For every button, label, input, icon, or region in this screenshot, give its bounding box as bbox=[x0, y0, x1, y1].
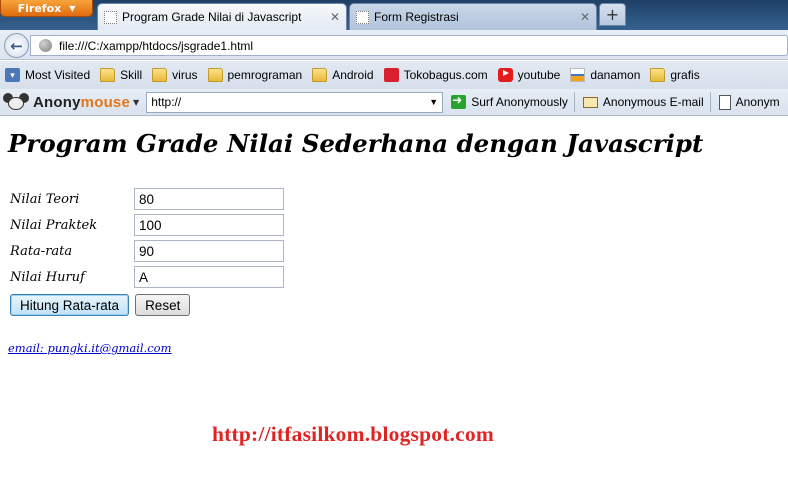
bookmark-skill[interactable]: Skill bbox=[98, 65, 144, 85]
globe-icon bbox=[39, 39, 52, 52]
bookmark-youtube[interactable]: youtube bbox=[496, 65, 563, 85]
mouse-icon bbox=[3, 93, 29, 111]
danamon-icon bbox=[570, 68, 586, 82]
navigation-bar: ← file:///C:/xampp/htdocs/jsgrade1.html bbox=[0, 30, 788, 60]
hitung-rata-rata-button[interactable]: Hitung Rata-rata bbox=[10, 294, 130, 316]
page-icon bbox=[104, 10, 117, 24]
bookmark-label: Android bbox=[332, 68, 374, 82]
tokobagus-icon bbox=[383, 68, 399, 82]
anonymous-email-button[interactable]: Anonymous E-mail bbox=[582, 95, 704, 109]
form-row-nilai-huruf: Nilai Huruf bbox=[10, 266, 284, 288]
bookmark-pemrograman[interactable]: pemrograman bbox=[206, 65, 305, 85]
form-buttons: Hitung Rata-rata Reset bbox=[10, 294, 191, 316]
email-label: Anonymous E-mail bbox=[602, 95, 704, 109]
surf-label: Surf Anonymously bbox=[471, 95, 568, 109]
anonymouse-logo: Anonymouse bbox=[33, 94, 130, 111]
back-arrow-icon: ← bbox=[10, 36, 23, 55]
field-label: Rata-rata bbox=[10, 243, 73, 259]
anonymouse-toolbar: Anonymouse ▼ http:// ▼ Surf Anonymously … bbox=[0, 89, 788, 116]
tab-program-grade[interactable]: Program Grade Nilai di Javascript ✕ bbox=[97, 3, 347, 30]
anonymous-extra-button[interactable]: Anonym bbox=[718, 94, 780, 110]
folder-icon bbox=[312, 68, 328, 82]
bookmarks-toolbar: ▾ Most Visited Skill virus pemrograman A… bbox=[0, 61, 788, 89]
nilai-teori-input[interactable] bbox=[134, 188, 284, 210]
bookmark-label: youtube bbox=[517, 68, 561, 82]
most-visited-icon: ▾ bbox=[5, 68, 20, 82]
folder-icon bbox=[100, 68, 116, 82]
reset-button[interactable]: Reset bbox=[135, 294, 191, 316]
form-row-rata-rata: Rata-rata bbox=[10, 240, 284, 262]
bookmark-label: virus bbox=[172, 68, 198, 82]
folder-icon bbox=[152, 68, 168, 82]
firefox-menu-label: Firefox bbox=[17, 1, 62, 15]
bookmark-label: danamon bbox=[590, 68, 641, 82]
bookmark-android[interactable]: Android bbox=[310, 65, 375, 85]
form-row-nilai-praktek: Nilai Praktek bbox=[10, 214, 284, 236]
address-bar[interactable]: file:///C:/xampp/htdocs/jsgrade1.html bbox=[30, 35, 788, 56]
field-label: Nilai Teori bbox=[10, 191, 80, 207]
bookmark-label: grafis bbox=[670, 68, 700, 82]
new-tab-button[interactable]: + bbox=[599, 3, 626, 26]
extra-label: Anonym bbox=[735, 95, 780, 109]
bookmark-danamon[interactable]: danamon bbox=[568, 65, 642, 85]
tab-strip: Firefox ▼ Program Grade Nilai di Javascr… bbox=[0, 0, 788, 30]
nilai-praktek-input[interactable] bbox=[134, 214, 284, 236]
url-text[interactable]: file:///C:/xampp/htdocs/jsgrade1.html bbox=[59, 39, 253, 53]
email-link[interactable]: email: pungki.it@gmail.com bbox=[8, 341, 172, 355]
bookmark-grafis[interactable]: grafis bbox=[648, 65, 701, 85]
folder-icon bbox=[207, 68, 223, 82]
nilai-huruf-input[interactable] bbox=[134, 266, 284, 288]
brand-suffix: mouse bbox=[80, 93, 131, 111]
form-row-nilai-teori: Nilai Teori bbox=[10, 188, 284, 210]
bookmark-most-visited[interactable]: ▾ Most Visited bbox=[3, 65, 92, 85]
anonymouse-url-input[interactable]: http:// ▼ bbox=[146, 91, 444, 113]
anonymouse-menu-button[interactable]: Anonymouse ▼ bbox=[3, 91, 139, 113]
green-arrow-icon bbox=[451, 93, 467, 109]
back-button[interactable]: ← bbox=[4, 33, 29, 58]
bookmark-tokobagus[interactable]: Tokobagus.com bbox=[382, 65, 490, 85]
brand-prefix: Anony bbox=[33, 93, 81, 111]
field-label: Nilai Huruf bbox=[10, 269, 85, 285]
envelope-icon bbox=[582, 96, 598, 108]
tab-form-registrasi[interactable]: Form Registrasi ✕ bbox=[349, 3, 597, 30]
chevron-down-icon[interactable]: ▼ bbox=[429, 97, 438, 107]
bookmark-label: Tokobagus.com bbox=[403, 68, 488, 82]
chevron-down-icon: ▼ bbox=[133, 97, 140, 107]
toolbar-separator bbox=[709, 92, 711, 112]
tab-title: Form Registrasi bbox=[374, 10, 459, 24]
youtube-icon bbox=[497, 68, 513, 82]
bookmark-virus[interactable]: virus bbox=[150, 65, 199, 85]
folder-icon bbox=[650, 68, 666, 82]
document-icon bbox=[718, 94, 731, 110]
toolbar-separator bbox=[573, 92, 575, 112]
bookmark-label: Most Visited bbox=[25, 68, 91, 82]
rata-rata-input[interactable] bbox=[134, 240, 284, 262]
anonymouse-url-text: http:// bbox=[151, 95, 182, 109]
field-label: Nilai Praktek bbox=[10, 217, 98, 233]
firefox-menu-button[interactable]: Firefox ▼ bbox=[0, 0, 93, 17]
page-title: Program Grade Nilai Sederhana dengan Jav… bbox=[8, 129, 704, 158]
bookmark-label: pemrograman bbox=[227, 68, 303, 82]
page-icon bbox=[356, 10, 369, 24]
page-content: Program Grade Nilai Sederhana dengan Jav… bbox=[0, 117, 788, 502]
bookmark-label: Skill bbox=[120, 68, 143, 82]
chevron-down-icon: ▼ bbox=[69, 3, 76, 13]
close-icon[interactable]: ✕ bbox=[580, 10, 590, 24]
tab-title: Program Grade Nilai di Javascript bbox=[122, 10, 302, 24]
blog-url-watermark: http://itfasilkom.blogspot.com bbox=[212, 422, 494, 446]
close-icon[interactable]: ✕ bbox=[330, 10, 340, 24]
surf-anonymously-button[interactable]: Surf Anonymously bbox=[451, 93, 568, 109]
